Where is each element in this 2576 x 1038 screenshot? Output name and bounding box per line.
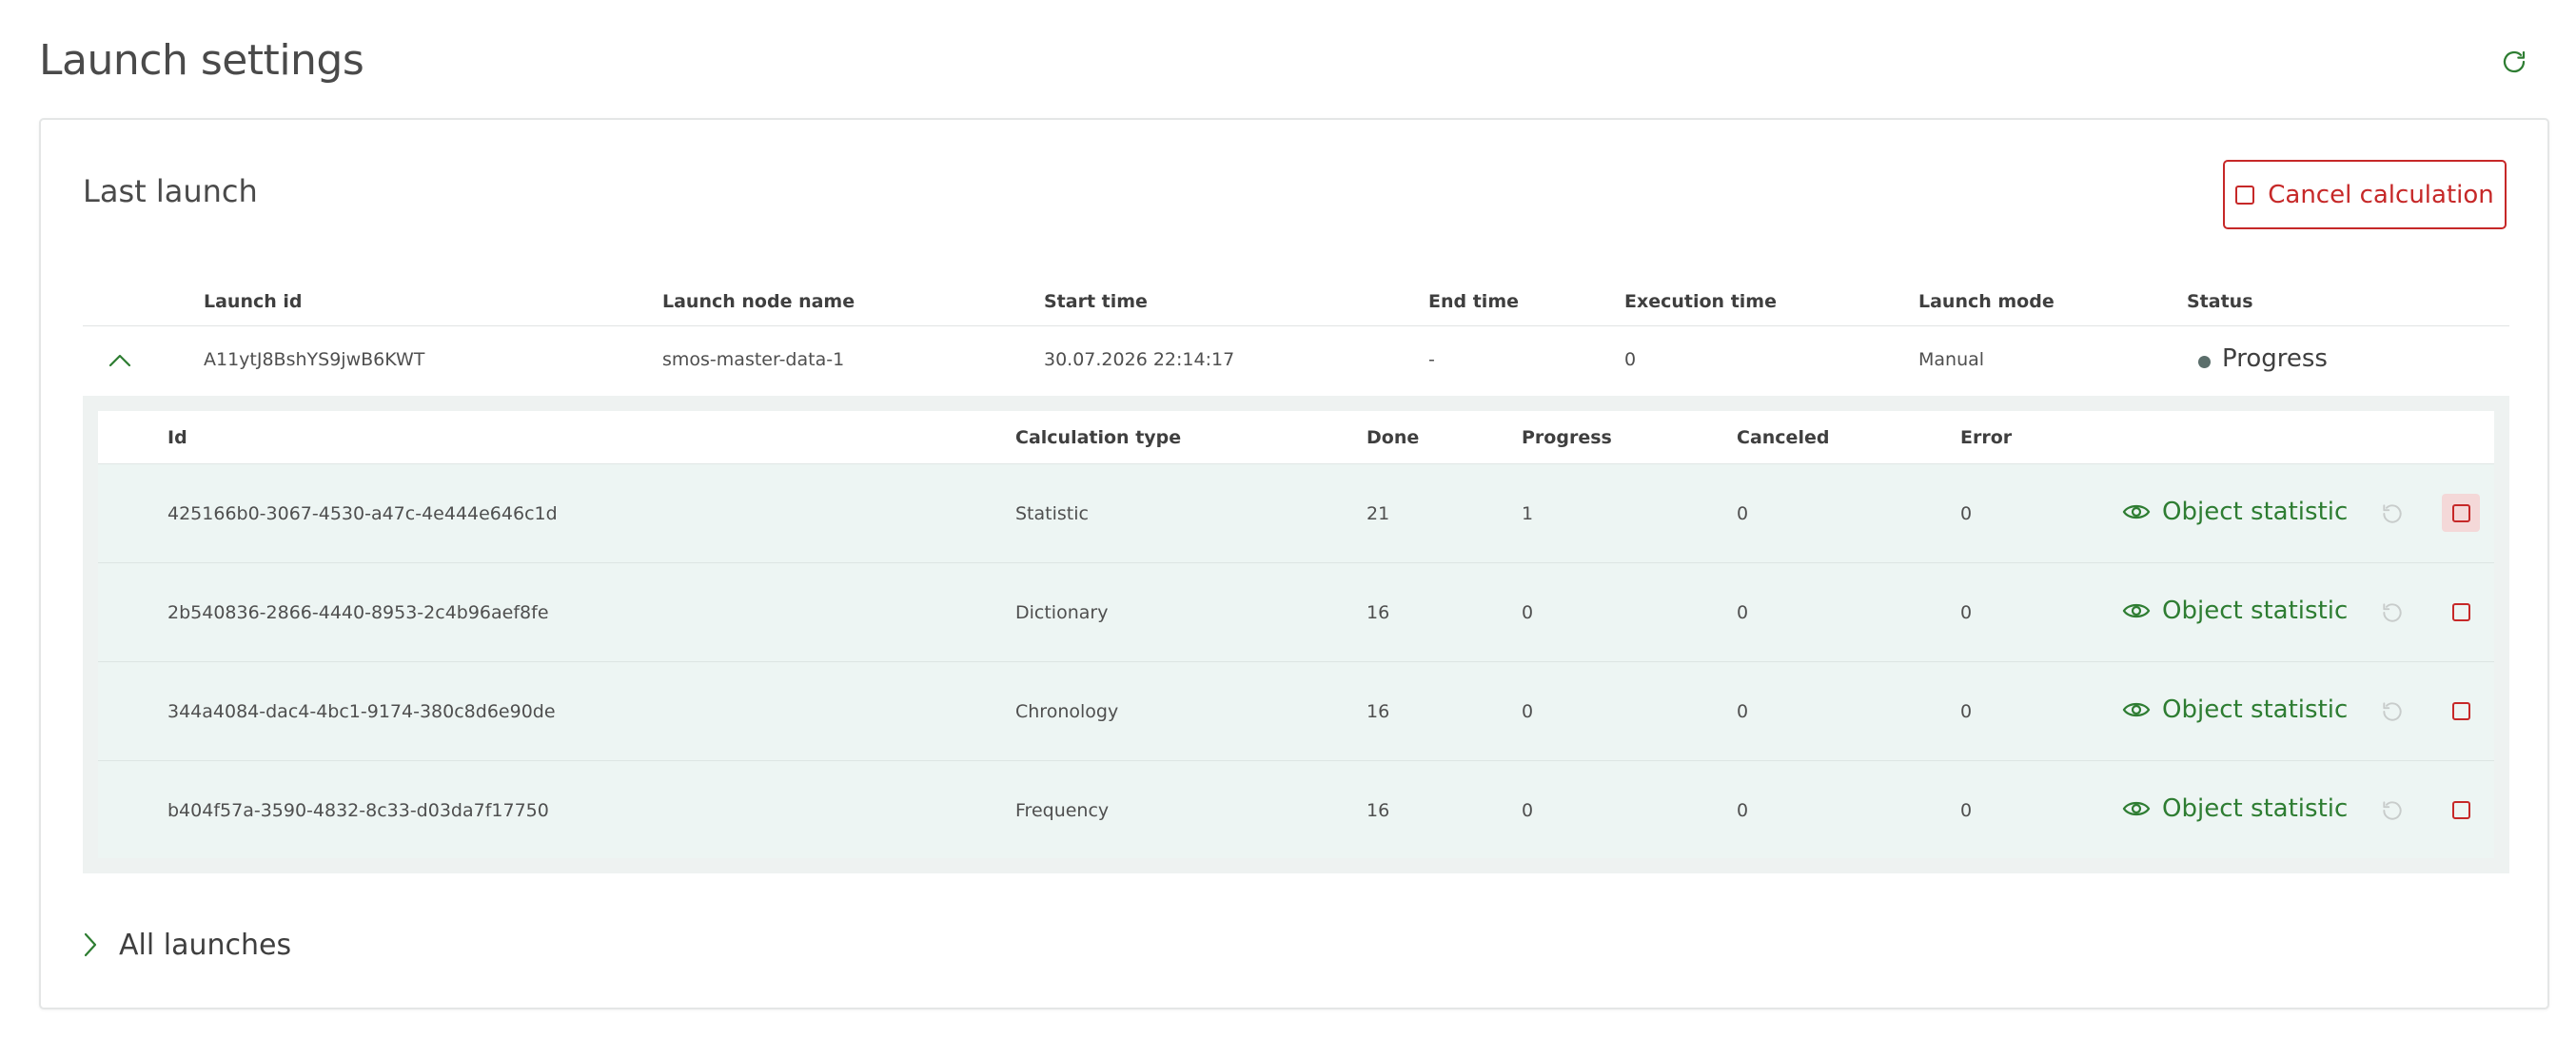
restart-button[interactable]: [2375, 793, 2409, 828]
calc-error: 0: [1960, 602, 1973, 623]
launch-row[interactable]: A11ytJ8BshYS9jwB6KWT smos-master-data-1 …: [83, 326, 2509, 396]
eye-icon: [2122, 801, 2151, 816]
restart-button[interactable]: [2375, 695, 2409, 729]
object-statistic-label: Object statistic: [2162, 597, 2349, 625]
row-cancel-button[interactable]: [2442, 494, 2480, 532]
col-launch-id: Launch id: [204, 291, 303, 312]
calc-progress: 1: [1522, 503, 1534, 524]
refresh-button[interactable]: [2498, 46, 2530, 78]
all-launches-label: All launches: [119, 928, 292, 962]
col-end-time: End time: [1428, 291, 1519, 312]
calc-type: Chronology: [1015, 701, 1119, 722]
calc-done: 16: [1367, 701, 1390, 722]
table-row: 425166b0-3067-4530-a47c-4e444e646c1d Sta…: [98, 464, 2494, 563]
row-cancel-button[interactable]: [2442, 791, 2480, 829]
calc-error: 0: [1960, 800, 1973, 821]
calc-canceled: 0: [1737, 503, 1749, 524]
restart-icon: [2383, 603, 2402, 622]
launch-id-value: A11ytJ8BshYS9jwB6KWT: [204, 349, 425, 370]
chevron-up-icon[interactable]: [108, 351, 132, 370]
eye-icon: [2122, 603, 2151, 618]
col-execution-time: Execution time: [1624, 291, 1777, 312]
refresh-icon: [2503, 50, 2526, 73]
restart-icon: [2383, 702, 2402, 721]
launch-table-header: Launch id Launch node name Start time En…: [83, 282, 2509, 326]
calc-canceled: 0: [1737, 701, 1749, 722]
calculations-table-header: Id Calculation type Done Progress Cancel…: [98, 411, 2494, 464]
restart-icon: [2383, 801, 2402, 820]
status-badge: Progress: [2222, 344, 2328, 373]
calc-error: 0: [1960, 701, 1973, 722]
col-id: Id: [167, 427, 187, 448]
launch-details-panel: Id Calculation type Done Progress Cancel…: [83, 396, 2509, 873]
status-dot: [2198, 356, 2211, 368]
row-cancel-button[interactable]: [2442, 593, 2480, 631]
col-calculation-type: Calculation type: [1015, 427, 1182, 448]
calc-id: b404f57a-3590-4832-8c33-d03da7f17750: [167, 800, 549, 821]
calc-done: 21: [1367, 503, 1390, 524]
chevron-right-icon: [84, 932, 97, 957]
col-progress: Progress: [1522, 427, 1612, 448]
object-statistic-link[interactable]: Object statistic: [2122, 592, 2348, 630]
object-statistic-label: Object statistic: [2162, 695, 2349, 724]
object-statistic-label: Object statistic: [2162, 498, 2349, 526]
calc-done: 16: [1367, 602, 1390, 623]
calc-progress: 0: [1522, 701, 1534, 722]
cancel-calculation-label: Cancel calculation: [2268, 180, 2494, 209]
table-row: 2b540836-2866-4440-8953-2c4b96aef8fe Dic…: [98, 563, 2494, 662]
start-time-value: 30.07.2026 22:14:17: [1044, 349, 1235, 370]
eye-icon: [2122, 504, 2151, 519]
col-canceled: Canceled: [1737, 427, 1830, 448]
card-title: Last launch: [83, 173, 258, 209]
stop-icon: [2451, 503, 2470, 522]
col-done: Done: [1367, 427, 1420, 448]
row-cancel-button[interactable]: [2442, 692, 2480, 730]
calc-id: 425166b0-3067-4530-a47c-4e444e646c1d: [167, 503, 558, 524]
calc-id: 344a4084-dac4-4bc1-9174-380c8d6e90de: [167, 701, 556, 722]
col-launch-node-name: Launch node name: [662, 291, 855, 312]
col-error: Error: [1960, 427, 2013, 448]
cancel-calculation-button[interactable]: Cancel calculation: [2223, 160, 2507, 229]
table-row: 344a4084-dac4-4bc1-9174-380c8d6e90de Chr…: [98, 662, 2494, 761]
object-statistic-link[interactable]: Object statistic: [2122, 691, 2348, 729]
last-launch-card: Last launch Cancel calculation Launch id…: [39, 118, 2549, 1009]
object-statistic-link[interactable]: Object statistic: [2122, 493, 2348, 531]
calc-id: 2b540836-2866-4440-8953-2c4b96aef8fe: [167, 602, 549, 623]
end-time-value: -: [1428, 349, 1435, 370]
object-statistic-link[interactable]: Object statistic: [2122, 790, 2348, 828]
restart-icon: [2383, 504, 2402, 523]
table-row: b404f57a-3590-4832-8c33-d03da7f17750 Fre…: [98, 761, 2494, 860]
page-title: Launch settings: [39, 36, 364, 85]
restart-button[interactable]: [2375, 596, 2409, 630]
calc-done: 16: [1367, 800, 1390, 821]
stop-icon: [2451, 800, 2470, 819]
calc-type: Frequency: [1015, 800, 1110, 821]
object-statistic-label: Object statistic: [2162, 794, 2349, 823]
calculations-table: Id Calculation type Done Progress Cancel…: [98, 411, 2494, 858]
launch-node-name-value: smos-master-data-1: [662, 349, 845, 370]
restart-button[interactable]: [2375, 497, 2409, 531]
stop-icon: [2451, 701, 2470, 720]
calc-type: Dictionary: [1015, 602, 1109, 623]
calc-type: Statistic: [1015, 503, 1089, 524]
calc-error: 0: [1960, 503, 1973, 524]
stop-icon: [2235, 185, 2255, 205]
calc-progress: 0: [1522, 800, 1534, 821]
all-launches-toggle[interactable]: All launches: [83, 923, 291, 967]
col-start-time: Start time: [1044, 291, 1148, 312]
calc-canceled: 0: [1737, 602, 1749, 623]
stop-icon: [2451, 602, 2470, 621]
col-status: Status: [2187, 291, 2253, 312]
col-launch-mode: Launch mode: [1918, 291, 2055, 312]
launch-mode-value: Manual: [1918, 349, 1985, 370]
calc-progress: 0: [1522, 602, 1534, 623]
eye-icon: [2122, 702, 2151, 717]
calc-canceled: 0: [1737, 800, 1749, 821]
execution-time-value: 0: [1624, 349, 1637, 370]
